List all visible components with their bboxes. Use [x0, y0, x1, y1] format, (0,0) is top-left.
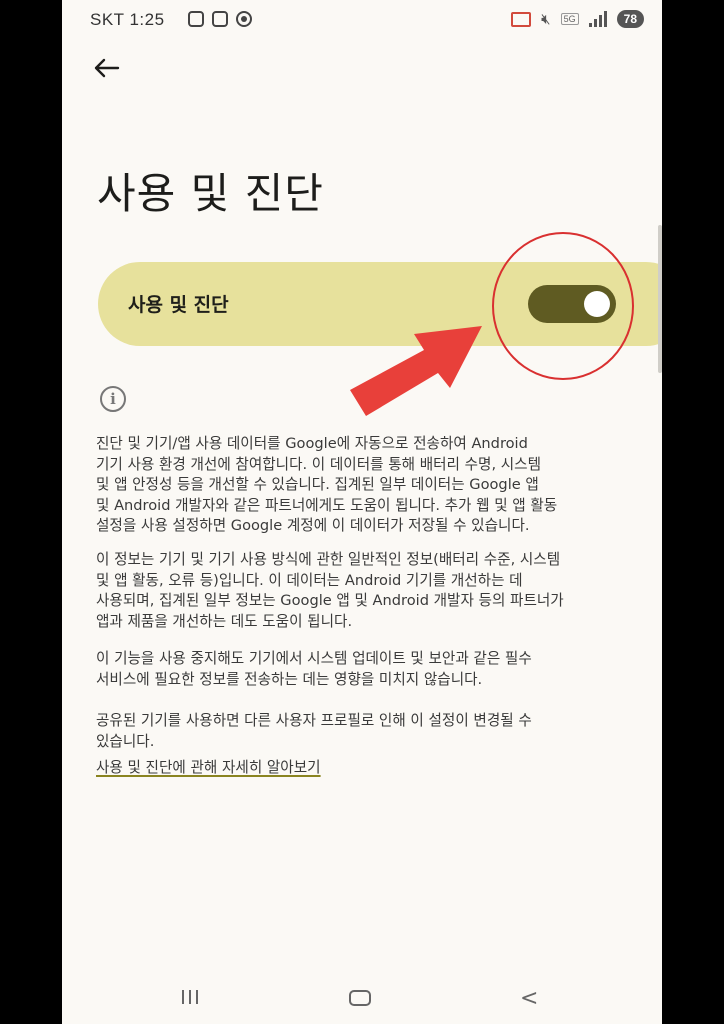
record-icon: [236, 11, 252, 27]
arrow-left-icon: [94, 58, 120, 78]
system-icons: 🔇︎ 5G 78: [511, 10, 644, 28]
network-type-icon: 5G: [560, 13, 579, 25]
cast-icon: [511, 11, 532, 27]
page-title: 사용 및 진단: [97, 169, 324, 218]
status-bar: SKT 1:25 🔇︎ 5G 78: [62, 0, 662, 40]
description-paragraph: 이 기능을 사용 중지해도 기기에서 시스템 업데이트 및 보안과 같은 필수 …: [96, 650, 532, 688]
toggle-label: 사용 및 진단: [128, 294, 229, 316]
learn-more-link[interactable]: 사용 및 진단에 관해 자세히 알아보기: [96, 756, 321, 777]
mute-icon: 🔇︎: [541, 10, 551, 28]
description-paragraph: 공유된 기기를 사용하면 다른 사용자 프로필로 인해 이 설정이 변경될 수 …: [96, 712, 532, 750]
highlight-circle: [492, 232, 634, 380]
signal-icon: [588, 11, 607, 27]
notification-icons: [188, 11, 252, 27]
scrollbar[interactable]: [658, 225, 662, 373]
description-paragraph: 이 정보는 기기 및 기기 사용 방식에 관한 일반적인 정보(배터리 수준, …: [96, 551, 564, 630]
home-icon[interactable]: [349, 990, 371, 1006]
recents-icon[interactable]: [182, 990, 198, 1004]
phone-screen: SKT 1:25 🔇︎ 5G 78 사용 및 진단 사용 및 진단 i 진단 및…: [62, 0, 662, 1024]
description-paragraph: 진단 및 기기/앱 사용 데이터를 Google에 자동으로 전송하여 Andr…: [96, 435, 558, 534]
screenshot-icon: [188, 11, 204, 27]
back-chevron-icon[interactable]: <: [520, 986, 538, 1011]
info-icon: i: [100, 386, 126, 412]
capture-icon: [212, 11, 228, 27]
carrier-time: SKT 1:25: [90, 10, 165, 29]
pointer-arrow-icon: [350, 326, 482, 416]
navigation-bar: <: [62, 968, 662, 1024]
battery-badge: 78: [616, 10, 644, 28]
back-button[interactable]: [90, 56, 122, 80]
